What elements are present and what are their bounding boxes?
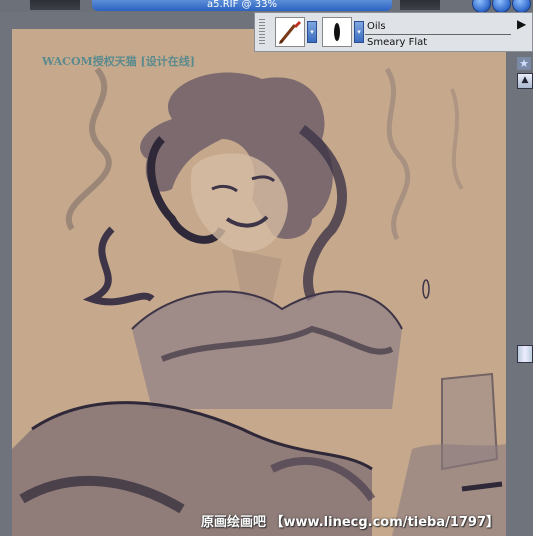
window-title: a5.RIF @ 33%: [92, 0, 392, 11]
paintbrush-icon: [279, 21, 301, 44]
variant-dropdown-button[interactable]: ▾: [354, 21, 364, 43]
brush-variant-label: Smeary Flat: [367, 37, 428, 48]
toolbar-grip-icon[interactable]: [259, 19, 265, 45]
title-bar-grip-left: [30, 0, 80, 10]
scroll-thumb[interactable]: [517, 345, 533, 363]
scroll-up-button[interactable]: ▲: [517, 73, 533, 89]
watermark-bottom: 原画绘画吧 【www.linecg.com/tieba/1797】: [201, 515, 500, 530]
brush-selector-bar: ▾ ▾ Oils Smeary Flat ▶: [254, 12, 533, 52]
triangle-right-icon[interactable]: ▶: [517, 17, 526, 31]
watermark-top: WACOM授权天猫 [设计在线]: [42, 55, 195, 68]
brush-dab-icon: [334, 23, 340, 41]
brush-category-button[interactable]: [275, 17, 305, 47]
vertical-scroll-track[interactable]: [516, 45, 533, 536]
brush-variant-button[interactable]: [322, 17, 352, 47]
category-dropdown-button[interactable]: ▾: [307, 21, 317, 43]
brush-category-label: Oils: [367, 21, 386, 32]
title-bar: a5.RIF @ 33%: [0, 0, 533, 13]
toolbar-divider: [365, 34, 511, 35]
sketch-artwork: [12, 67, 506, 536]
star-icon[interactable]: ★: [517, 57, 531, 70]
title-bar-grip-right: [400, 0, 440, 10]
document-canvas[interactable]: [12, 29, 506, 536]
